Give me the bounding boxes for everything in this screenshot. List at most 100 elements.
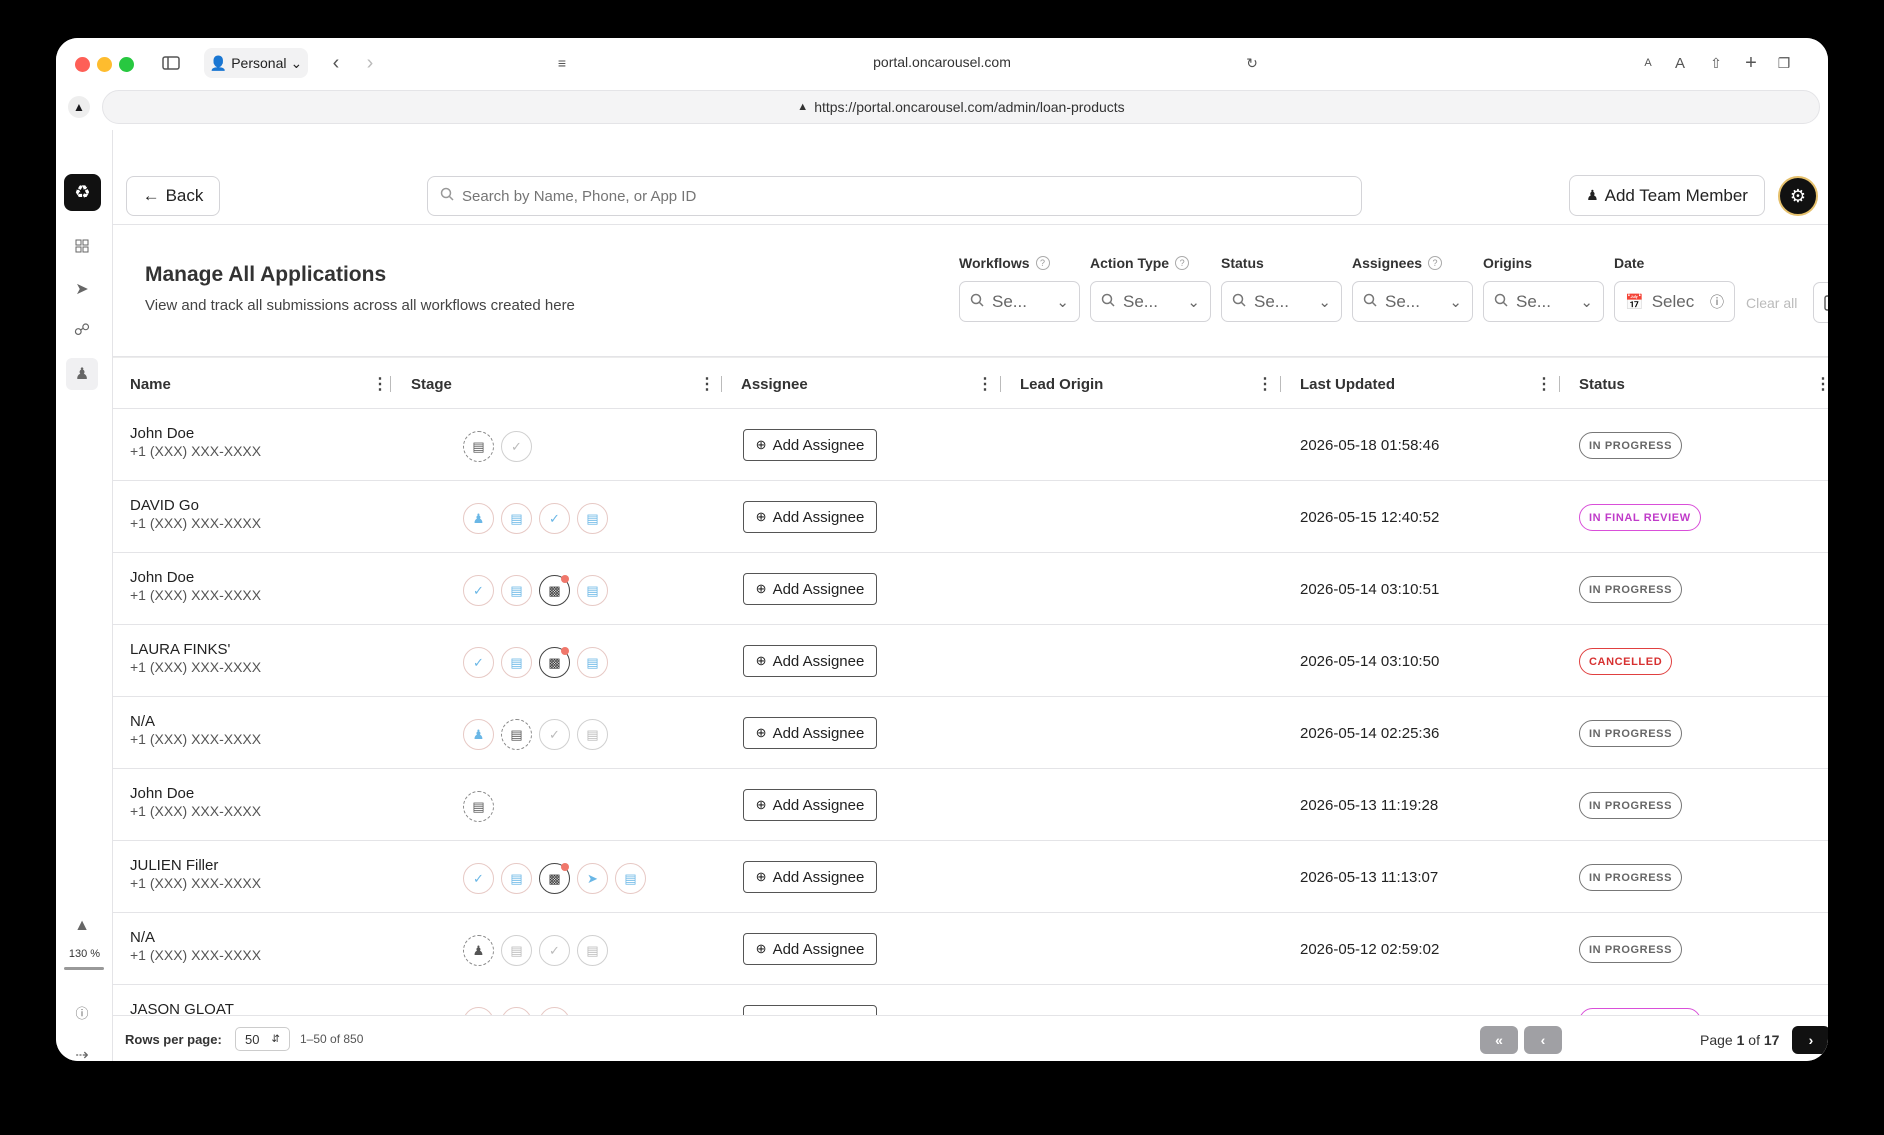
stage-check-icon[interactable]: ✓ [539,935,570,966]
dashboard-icon[interactable] [66,230,98,262]
column-menu-icon[interactable]: ⋮ [699,374,715,394]
rocket-icon[interactable]: ➤ [66,273,98,305]
table-row[interactable]: N/A +1 (XXX) XXX-XXXX ♟ ▤ ✓ ▤ ⊕ Add Assignee 202… [113,913,1828,985]
stage-id-icon[interactable]: ▤ [501,863,532,894]
column-name[interactable]: Name [130,358,171,410]
workflow-icon[interactable]: ☍ [66,314,98,346]
column-lead-origin[interactable]: Lead Origin [1020,358,1103,410]
help-circle-icon[interactable]: ? [1428,256,1443,270]
column-menu-icon[interactable]: ⋮ [372,374,388,394]
title-bar: 👤 Personal ⌄ ‹ › ≡ portal.oncarousel.com… [56,38,1828,88]
clear-all-button[interactable]: Clear all [1746,295,1797,311]
add-assignee-button[interactable]: ⊕ Add Assignee [743,573,877,605]
text-smaller-button[interactable]: A [1636,48,1660,78]
stage-check-icon[interactable]: ✓ [463,575,494,606]
back-button[interactable]: ← Back [126,176,220,216]
add-assignee-button[interactable]: ⊕ Add Assignee [743,645,877,677]
column-menu-icon[interactable]: ⋮ [1536,374,1552,394]
add-team-member-button[interactable]: ♟ Add Team Member [1569,175,1765,216]
stage-check-icon[interactable]: ✓ [539,719,570,750]
add-assignee-label: Add Assignee [772,508,865,526]
stage-id-icon[interactable]: ▤ [577,647,608,678]
column-menu-icon[interactable]: ⋮ [1257,374,1273,394]
info-icon: ⓘ [1710,293,1724,310]
search-input[interactable] [462,187,1342,205]
filter-placeholder: Se... [1123,291,1158,311]
add-assignee-button[interactable]: ⊕ Add Assignee [743,429,877,461]
stage-doc-icon[interactable]: ▤ [577,719,608,750]
stage-id-icon[interactable]: ▤ [501,719,532,750]
users-icon[interactable]: ♟ [66,358,98,390]
add-assignee-button[interactable]: ⊕ Add Assignee [743,717,877,749]
stage-check-icon[interactable]: ✓ [463,863,494,894]
filter-select[interactable]: Se... ⌄ [1090,281,1211,322]
next-page-button[interactable]: › [1792,1026,1828,1054]
help-circle-icon[interactable]: ? [1035,256,1050,270]
stage-user-icon[interactable]: ♟ [463,503,494,534]
reload-icon[interactable]: ↻ [1240,48,1264,78]
applicant-phone: +1 (XXX) XXX-XXXX [130,875,262,891]
table-row[interactable]: JULIEN Filler +1 (XXX) XXX-XXXX ✓ ▤ ▩ ➤ ▤ ⊕ Add … [113,841,1828,913]
address-bar[interactable]: ▲ https://portal.oncarousel.com/admin/lo… [102,90,1820,124]
stage-check-icon[interactable]: ✓ [463,647,494,678]
columns-toggle-icon[interactable] [1813,282,1828,323]
rows-per-page-select[interactable]: 50 ⇵ [235,1027,290,1051]
stage-icons: ♟ ▤ ✓ ▤ [463,503,608,534]
filter-select[interactable]: Se... ⌄ [1483,281,1604,322]
table-row[interactable]: DAVID Go +1 (XXX) XXX-XXXX ♟ ▤ ✓ ▤ ⊕ Add Assign… [113,481,1828,553]
stage-doc-icon[interactable]: ▤ [577,935,608,966]
column-last-updated[interactable]: Last Updated [1300,358,1395,410]
add-assignee-button[interactable]: ⊕ Add Assignee [743,861,877,893]
filter-select[interactable]: Se... ⌄ [959,281,1080,322]
column-status[interactable]: Status [1579,358,1625,410]
search-bar[interactable] [427,176,1362,216]
stage-id-icon[interactable]: ▤ [463,431,494,462]
filter-select[interactable]: 📅 Selec ⓘ [1614,281,1735,322]
new-tab-icon[interactable]: + [1739,48,1763,78]
column-menu-icon[interactable]: ⋮ [1815,374,1828,394]
table-row[interactable]: LAURA FINKS' +1 (XXX) XXX-XXXX ✓ ▤ ▩ ▤ ⊕ Add As… [113,625,1828,697]
stage-id-icon[interactable]: ▤ [501,935,532,966]
stage-icons: ✓ ▤ ▩ ▤ [463,575,608,606]
column-assignee[interactable]: Assignee [741,358,808,410]
stage-doc-icon[interactable]: ▤ [615,863,646,894]
help-circle-icon[interactable]: ? [1175,256,1190,270]
table-row[interactable]: John Doe +1 (XXX) XXX-XXXX ▤ ⊕ Add Assignee 2… [113,769,1828,841]
stage-card-icon[interactable]: ▩ [539,863,570,894]
help-icon[interactable]: ⓘ [66,996,98,1028]
stage-user-icon[interactable]: ♟ [463,935,494,966]
status-badge: IN PROGRESS [1579,432,1683,459]
stage-doc-icon[interactable]: ▤ [501,575,532,606]
first-page-button[interactable]: « [1480,1026,1518,1054]
app-logo[interactable]: ♻ [64,174,101,211]
add-assignee-button[interactable]: ⊕ Add Assignee [743,501,877,533]
arrow-left-icon: ← [142,186,160,205]
filter-select[interactable]: Se... ⌄ [1352,281,1473,322]
stage-id-icon[interactable]: ▤ [501,503,532,534]
share-icon[interactable]: ⇧ [1704,48,1728,78]
tabs-overview-icon[interactable]: ❐ [1772,48,1796,78]
column-menu-icon[interactable]: ⋮ [977,374,993,394]
stage-card-icon[interactable]: ▩ [539,575,570,606]
table-row[interactable]: John Doe +1 (XXX) XXX-XXXX ▤ ✓ ⊕ Add Assignee… [113,409,1828,481]
settings-gear-icon[interactable]: ⚙ [1778,176,1818,216]
stage-card-icon[interactable]: ▩ [539,647,570,678]
stage-doc-icon[interactable]: ▤ [501,647,532,678]
stage-user-icon[interactable]: ♟ [463,719,494,750]
stage-doc-icon[interactable]: ▤ [577,503,608,534]
column-stage[interactable]: Stage [411,358,452,410]
table-row[interactable]: N/A +1 (XXX) XXX-XXXX ♟ ▤ ✓ ▤ ⊕ Add Assignee 202… [113,697,1828,769]
stage-check-icon[interactable]: ✓ [501,431,532,462]
stage-id-icon[interactable]: ▤ [577,575,608,606]
filter-select[interactable]: Se... ⌄ [1221,281,1342,322]
logout-icon[interactable]: ⇢ [66,1039,98,1061]
stage-rocket-icon[interactable]: ➤ [577,863,608,894]
add-assignee-button[interactable]: ⊕ Add Assignee [743,933,877,965]
text-larger-button[interactable]: A [1668,48,1692,78]
add-assignee-label: Add Assignee [772,724,865,742]
prev-page-button[interactable]: ‹ [1524,1026,1562,1054]
table-row[interactable]: John Doe +1 (XXX) XXX-XXXX ✓ ▤ ▩ ▤ ⊕ Add Assign… [113,553,1828,625]
add-assignee-button[interactable]: ⊕ Add Assignee [743,789,877,821]
stage-check-icon[interactable]: ✓ [539,503,570,534]
stage-id-icon[interactable]: ▤ [463,791,494,822]
